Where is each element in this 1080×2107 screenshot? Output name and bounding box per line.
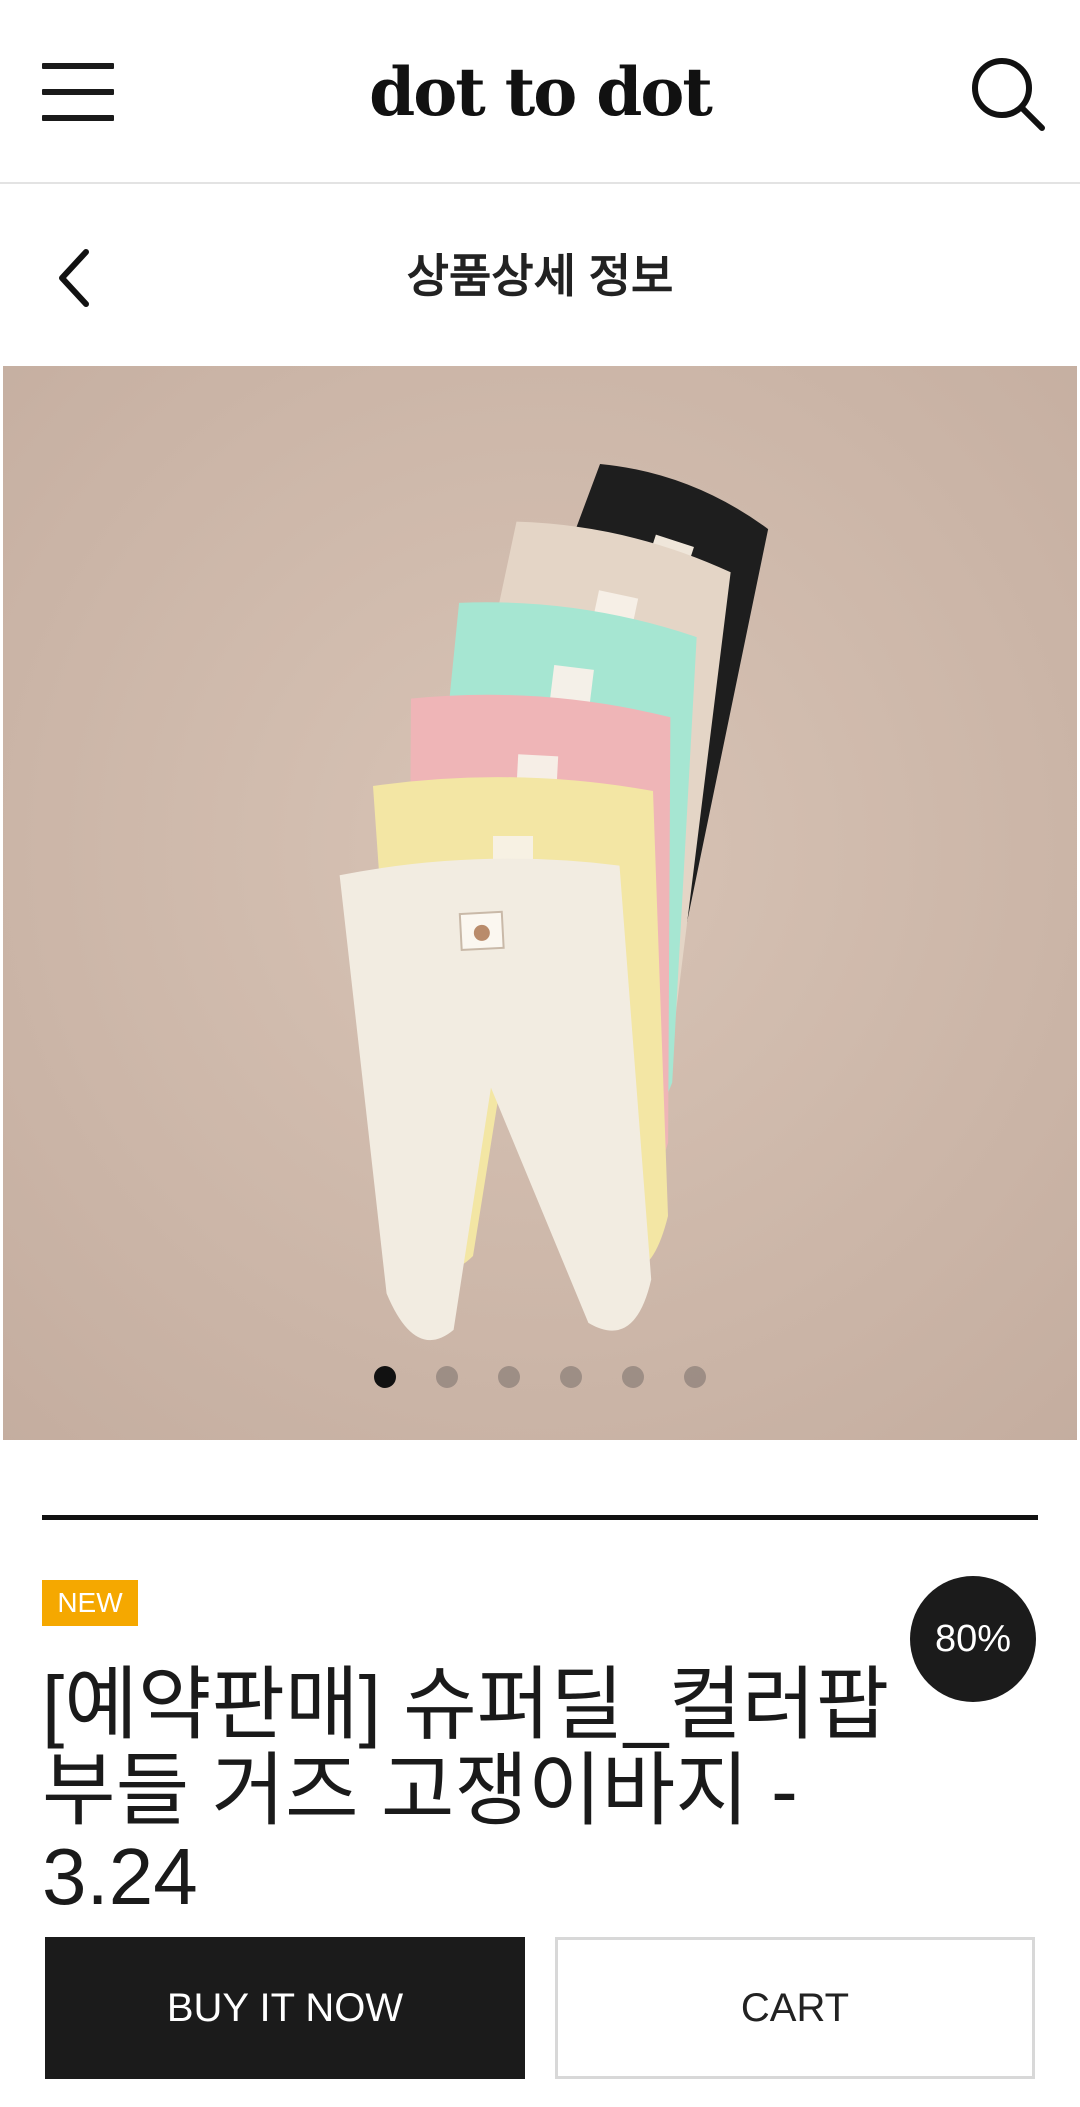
product-photo [3, 366, 1077, 1440]
carousel-dot[interactable] [622, 1366, 644, 1388]
search-icon[interactable] [970, 56, 1046, 132]
page-title: 상품상세 정보 [406, 250, 674, 302]
product-name-line: [예약판매] 슈퍼딜_컬러팝 [42, 1660, 890, 1749]
carousel-dot[interactable] [498, 1366, 520, 1388]
sub-header: 상품상세 정보 [0, 186, 1080, 366]
carousel-dot[interactable] [436, 1366, 458, 1388]
new-badge: NEW [42, 1580, 138, 1626]
product-name: [예약판매] 슈퍼딜_컬러팝 부들 거즈 고쟁이바지 - 3.24 [42, 1662, 902, 1920]
buy-now-button[interactable]: BUY IT NOW [45, 1937, 525, 2079]
top-header: dot to dot [0, 0, 1080, 184]
discount-badge: 80% [910, 1576, 1036, 1702]
product-image-carousel[interactable] [3, 366, 1077, 1440]
product-name-line: 부들 거즈 고쟁이바지 - [42, 1746, 798, 1835]
section-divider [42, 1515, 1038, 1520]
carousel-dot[interactable] [684, 1366, 706, 1388]
carousel-dots [3, 1366, 1077, 1388]
carousel-dot[interactable] [374, 1366, 396, 1388]
product-name-line: 3.24 [42, 1832, 198, 1921]
brand-logo[interactable]: dot to dot [0, 52, 1080, 132]
cart-button[interactable]: CART [555, 1937, 1035, 2079]
carousel-dot[interactable] [560, 1366, 582, 1388]
